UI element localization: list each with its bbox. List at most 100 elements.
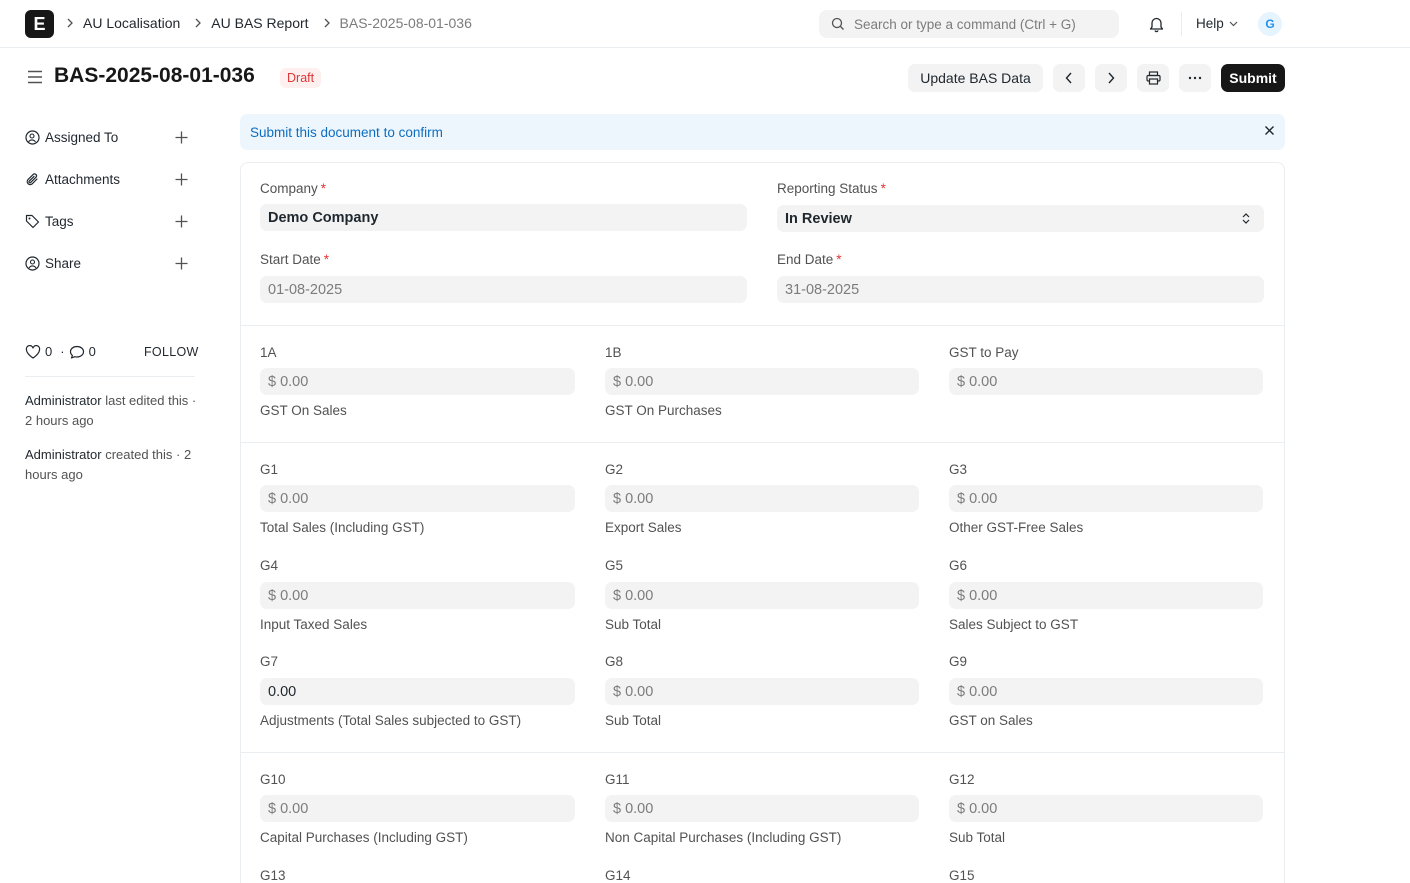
field-label-g2: G2 bbox=[605, 462, 624, 477]
tag-icon bbox=[25, 214, 40, 229]
plus-icon[interactable] bbox=[175, 257, 188, 270]
company-field[interactable]: Demo Company bbox=[260, 204, 747, 231]
help-label: Help bbox=[1196, 16, 1224, 31]
follow-button[interactable]: FOLLOW bbox=[144, 345, 199, 359]
chevron-left-icon bbox=[1065, 72, 1072, 84]
field-input-1a[interactable]: $ 0.00 bbox=[260, 368, 575, 395]
field-input-g6[interactable]: $ 0.00 bbox=[949, 582, 1263, 609]
previous-doc-button[interactable] bbox=[1053, 64, 1085, 92]
sidebar-item-assigned-to[interactable]: Assigned To bbox=[25, 130, 118, 145]
more-actions-button[interactable] bbox=[1179, 64, 1211, 92]
sidebar-item-share[interactable]: Share bbox=[25, 256, 81, 271]
sidebar-item-label: Share bbox=[45, 256, 82, 271]
navbar: E AU Localisation AU BAS Report BAS-2025… bbox=[0, 0, 1410, 48]
select-arrows-icon bbox=[1242, 213, 1250, 224]
field-label-g9: G9 bbox=[949, 654, 968, 669]
section-divider bbox=[241, 752, 1284, 753]
breadcrumb-item-current[interactable]: BAS-2025-08-01-036 bbox=[340, 15, 472, 31]
section-divider bbox=[241, 325, 1284, 326]
field-input-g7[interactable]: 0.00 bbox=[260, 678, 575, 705]
breadcrumb-item-au-localisation[interactable]: AU Localisation bbox=[83, 15, 180, 31]
submit-button[interactable]: Submit bbox=[1221, 64, 1285, 92]
plus-icon[interactable] bbox=[175, 215, 188, 228]
end-date-field[interactable]: 31-08-2025 bbox=[777, 276, 1264, 303]
plus-icon[interactable] bbox=[175, 131, 188, 144]
sidebar-divider bbox=[25, 376, 195, 377]
field-input-g11[interactable]: $ 0.00 bbox=[605, 795, 919, 822]
avatar[interactable]: G bbox=[1258, 12, 1282, 36]
breadcrumb: AU Localisation AU BAS Report BAS-2025-0… bbox=[66, 15, 486, 31]
like-count: 0 bbox=[45, 344, 53, 359]
field-input-g4[interactable]: $ 0.00 bbox=[260, 582, 575, 609]
page-title: BAS-2025-08-01-036 bbox=[54, 64, 255, 87]
start-date-field[interactable]: 01-08-2025 bbox=[260, 276, 747, 303]
paperclip-icon bbox=[26, 173, 38, 186]
field-label-1b: 1B bbox=[605, 345, 622, 360]
field-input-g5[interactable]: $ 0.00 bbox=[605, 582, 919, 609]
field-desc-g5: Sub Total bbox=[605, 617, 662, 632]
field-desc-1a: GST On Sales bbox=[260, 403, 347, 418]
field-label-g11: G11 bbox=[605, 772, 630, 787]
sidebar-item-attachments[interactable]: Attachments bbox=[25, 172, 120, 187]
sidebar-item-tags[interactable]: Tags bbox=[25, 214, 74, 229]
chevron-right-icon bbox=[67, 18, 73, 28]
likes-comments: 0 · 0 bbox=[25, 344, 100, 359]
field-input-g1[interactable]: $ 0.00 bbox=[260, 485, 575, 512]
search-input[interactable]: Search or type a command (Ctrl + G) bbox=[819, 10, 1119, 38]
reporting-status-select[interactable]: In Review bbox=[777, 205, 1264, 232]
field-input-g9[interactable]: $ 0.00 bbox=[949, 678, 1263, 705]
activity-item: Administrator last edited this · 2 hours… bbox=[25, 391, 197, 431]
print-button[interactable] bbox=[1137, 64, 1169, 92]
activity-user[interactable]: Administrator bbox=[25, 393, 102, 408]
field-desc-g6: Sales Subject to GST bbox=[949, 617, 1079, 632]
reporting-status-value: In Review bbox=[785, 210, 852, 227]
comment-icon[interactable] bbox=[69, 345, 85, 359]
sidebar-toggle-icon[interactable] bbox=[27, 70, 43, 84]
activity-user[interactable]: Administrator bbox=[25, 447, 102, 462]
field-input-g12[interactable]: $ 0.00 bbox=[949, 795, 1263, 822]
separator-dot: · bbox=[60, 344, 65, 359]
printer-icon bbox=[1145, 71, 1161, 85]
field-input-gst-to-pay[interactable]: $ 0.00 bbox=[949, 368, 1263, 395]
bell-icon[interactable] bbox=[1148, 15, 1165, 33]
field-label-g6: G6 bbox=[949, 558, 968, 573]
field-label-g12: G12 bbox=[949, 772, 975, 787]
chevron-down-icon bbox=[1229, 21, 1238, 26]
field-input-1b[interactable]: $ 0.00 bbox=[605, 368, 919, 395]
field-desc-g3: Other GST-Free Sales bbox=[949, 520, 1084, 535]
plus-icon[interactable] bbox=[175, 173, 188, 186]
field-label-g5: G5 bbox=[605, 558, 624, 573]
field-label-g3: G3 bbox=[949, 462, 968, 477]
section-divider bbox=[241, 442, 1284, 443]
app-logo[interactable]: E bbox=[25, 10, 54, 38]
field-label-g14: G14 bbox=[605, 868, 631, 883]
heart-icon[interactable] bbox=[25, 344, 41, 359]
search-placeholder: Search or type a command (Ctrl + G) bbox=[854, 16, 1076, 32]
share-user-icon bbox=[25, 256, 40, 271]
field-input-g3[interactable]: $ 0.00 bbox=[949, 485, 1263, 512]
search-icon bbox=[831, 17, 844, 30]
alert-message: Submit this document to confirm bbox=[250, 124, 443, 140]
field-label-g7: G7 bbox=[260, 654, 279, 669]
field-label-gst-to-pay: GST to Pay bbox=[949, 345, 1019, 360]
field-input-g2[interactable]: $ 0.00 bbox=[605, 485, 919, 512]
close-icon[interactable] bbox=[1264, 125, 1275, 136]
field-input-g8[interactable]: $ 0.00 bbox=[605, 678, 919, 705]
help-dropdown[interactable]: Help bbox=[1196, 16, 1238, 31]
breadcrumb-item-au-bas-report[interactable]: AU BAS Report bbox=[211, 15, 308, 31]
field-desc-g10: Capital Purchases (Including GST) bbox=[260, 830, 468, 845]
end-date-label: End Date * bbox=[777, 252, 842, 267]
sidebar-item-label: Tags bbox=[45, 214, 74, 229]
comment-count: 0 bbox=[88, 344, 96, 359]
field-input-g10[interactable]: $ 0.00 bbox=[260, 795, 575, 822]
next-doc-button[interactable] bbox=[1095, 64, 1127, 92]
company-label: Company * bbox=[260, 181, 327, 196]
field-desc-g1: Total Sales (Including GST) bbox=[260, 520, 425, 535]
field-label-g13: G13 bbox=[260, 868, 286, 883]
chevron-right-icon bbox=[324, 18, 330, 28]
chevron-right-icon bbox=[1108, 72, 1115, 84]
field-label-g15: G15 bbox=[949, 868, 975, 883]
update-bas-data-button[interactable]: Update BAS Data bbox=[908, 64, 1043, 92]
field-desc-g12: Sub Total bbox=[949, 830, 1006, 845]
field-desc-g11: Non Capital Purchases (Including GST) bbox=[605, 830, 842, 845]
